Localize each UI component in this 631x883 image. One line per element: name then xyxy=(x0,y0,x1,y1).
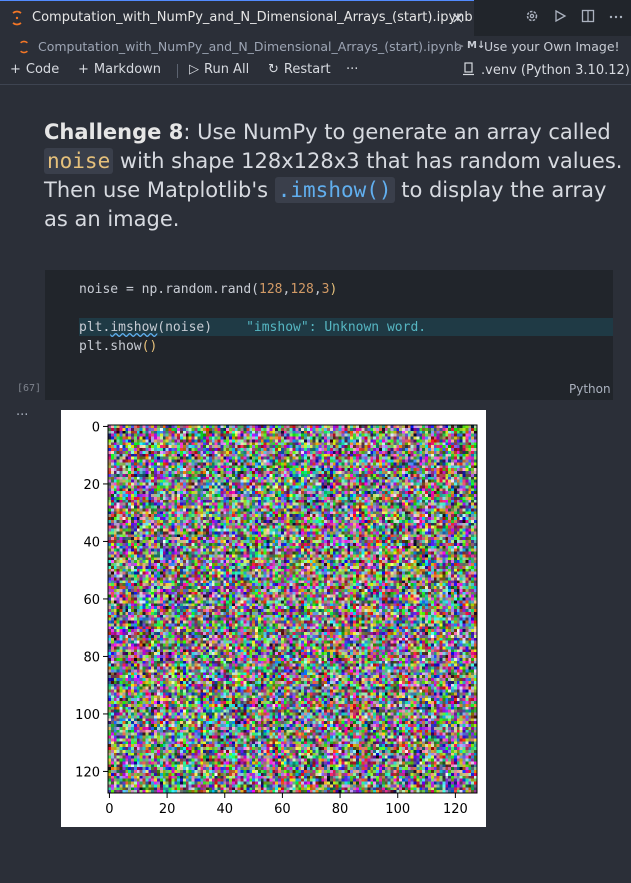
editor-tab[interactable]: Computation_with_NumPy_and_N_Dimensional… xyxy=(0,0,474,36)
add-markdown-label: Markdown xyxy=(93,62,162,77)
cell-language-button[interactable]: Python xyxy=(569,382,611,396)
x-tick-label: 0 xyxy=(105,802,113,817)
output-image-plot: 0 20 40 60 80 100 120 0 20 40 60 80 100 120 xyxy=(61,410,486,827)
run-all-icon: ▷ xyxy=(189,62,199,77)
y-tick-label: 40 xyxy=(83,535,100,550)
kernel-label: .venv (Python 3.10.12) xyxy=(481,63,630,78)
plus-icon: + xyxy=(10,62,21,77)
y-tick-label: 60 xyxy=(83,593,100,608)
run-all-label: Run All xyxy=(204,62,250,77)
y-tick-label: 20 xyxy=(83,478,100,493)
inline-diagnostic: "imshow": Unknown word. xyxy=(246,320,427,335)
restart-label: Restart xyxy=(283,62,331,77)
jupyter-notebook-icon xyxy=(10,10,24,30)
notebook-toolbar: + Code + Markdown ▷ Run All ↻ Restart ··· .v… xyxy=(0,58,631,85)
y-tick-label: 0 xyxy=(92,420,100,435)
split-editor-icon[interactable] xyxy=(581,8,595,26)
kernel-picker[interactable]: .venv (Python 3.10.12) xyxy=(462,62,630,78)
add-code-label: Code xyxy=(25,62,60,77)
plus-icon: + xyxy=(78,62,89,77)
kernel-icon xyxy=(462,62,481,78)
breadcrumb-file[interactable]: Computation_with_NumPy_and_N_Dimensional… xyxy=(38,39,462,54)
ellipsis-icon[interactable] xyxy=(609,8,623,26)
y-tick-label: 120 xyxy=(75,765,100,780)
imshow-chart: 0 20 40 60 80 100 120 0 20 40 60 80 100 120 xyxy=(75,420,478,817)
add-code-cell-button[interactable]: + Code xyxy=(10,62,59,77)
spelling-squiggle[interactable]: imshow xyxy=(110,320,157,335)
code-line-3: plt.show() xyxy=(79,339,158,354)
tab-title: Computation_with_NumPy_and_N_Dimensional… xyxy=(32,10,473,25)
x-tick-label: 100 xyxy=(385,802,410,817)
x-tick-label: 60 xyxy=(274,802,291,817)
play-icon[interactable] xyxy=(553,8,567,26)
y-tick-label: 80 xyxy=(83,650,100,665)
restart-button[interactable]: ↻ Restart xyxy=(268,62,331,77)
code-cell[interactable]: noise = np.random.rand(128,128,3) plt.im… xyxy=(45,270,613,400)
execution-count: [67] xyxy=(17,383,42,394)
jupyter-notebook-icon xyxy=(18,40,30,57)
output-menu-button[interactable]: ··· xyxy=(16,408,28,423)
restart-icon: ↻ xyxy=(268,62,279,77)
markdown-text: : Use NumPy to generate an array called xyxy=(183,120,611,144)
markdown-icon: M↓ xyxy=(467,40,486,51)
breadcrumb: Computation_with_NumPy_and_N_Dimensional… xyxy=(0,36,631,58)
x-tick-label: 40 xyxy=(216,802,233,817)
inline-code-imshow: .imshow() xyxy=(274,177,395,203)
inline-code-noise: noise xyxy=(44,148,114,174)
toolbar-divider xyxy=(177,64,178,78)
add-markdown-cell-button[interactable]: + Markdown xyxy=(78,62,161,77)
markdown-cell[interactable]: Challenge 8: Use NumPy to generate an ar… xyxy=(44,118,628,234)
challenge-title: Challenge 8 xyxy=(44,120,184,144)
breadcrumb-section[interactable]: Use your Own Image! xyxy=(484,39,620,54)
close-icon[interactable]: × xyxy=(451,8,464,27)
run-all-button[interactable]: ▷ Run All xyxy=(189,62,249,77)
noise-image xyxy=(108,425,477,793)
y-tick-label: 100 xyxy=(75,708,100,723)
tab-bar: Computation_with_NumPy_and_N_Dimensional… xyxy=(0,0,631,36)
tab-actions xyxy=(525,8,623,26)
gear-icon[interactable] xyxy=(525,8,539,26)
x-tick-label: 80 xyxy=(332,802,349,817)
x-tick-label: 20 xyxy=(159,802,176,817)
code-line-2: plt.imshow(noise) "imshow": Unknown word. xyxy=(79,320,427,335)
code-line-1: noise = np.random.rand(128,128,3) xyxy=(79,282,338,297)
more-actions-button[interactable]: ··· xyxy=(346,62,358,77)
x-tick-label: 120 xyxy=(443,802,468,817)
breadcrumb-separator: > xyxy=(454,38,465,53)
